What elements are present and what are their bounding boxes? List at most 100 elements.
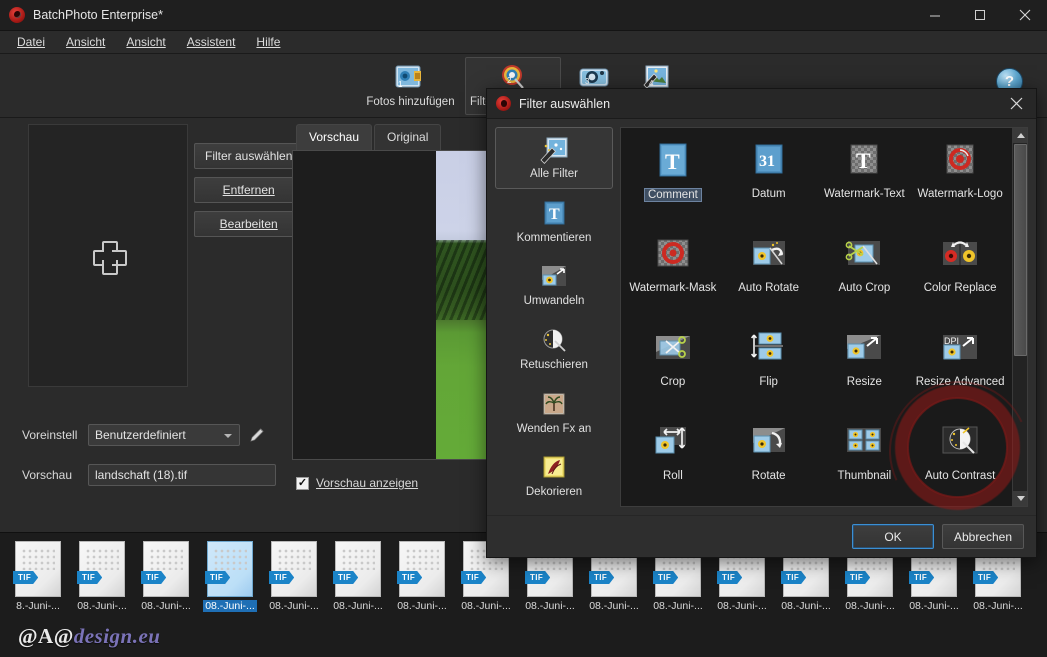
transform-icon	[539, 263, 569, 291]
edit-filter-label: Bearbeiten	[219, 217, 278, 231]
close-button[interactable]	[1002, 0, 1047, 31]
svg-text:3: 3	[585, 77, 590, 86]
scrollbar-thumb[interactable]	[1014, 144, 1027, 356]
category-alle-filter[interactable]: Alle Filter	[495, 127, 613, 189]
tif-file-icon: TIF	[205, 541, 253, 597]
filter-comment[interactable]: T Comment	[625, 136, 721, 230]
list-item[interactable]: TIF 08.-Juni-...	[264, 541, 324, 612]
list-item-label: 08.-Juni-...	[973, 600, 1023, 612]
category-wenden-fx-an[interactable]: Wenden Fx an	[495, 382, 613, 444]
list-item[interactable]: TIF 08.-Juni-...	[72, 541, 132, 612]
filter-grid-scrollbar[interactable]	[1012, 128, 1027, 506]
show-preview-row[interactable]: ✓ Vorschau anzeigen	[296, 476, 418, 490]
tif-badge: TIF	[973, 571, 999, 584]
auto-rotate-icon	[748, 236, 790, 276]
category-kommentieren[interactable]: T Kommentieren	[495, 191, 613, 253]
text-t-icon: T	[539, 200, 569, 228]
filter-rotate[interactable]: Rotate	[721, 418, 817, 506]
svg-text:T: T	[665, 149, 680, 174]
tif-badge: TIF	[397, 571, 423, 584]
filter-thumbnail[interactable]: Thumbnail	[817, 418, 913, 506]
show-preview-checkbox[interactable]: ✓	[296, 476, 309, 490]
menu-item-datei[interactable]: Datei	[8, 32, 54, 52]
filter-resize-advanced[interactable]: DPI Resize Advanced	[912, 324, 1008, 418]
category-wenden-fx-an-label: Wenden Fx an	[516, 422, 592, 435]
add-plus-icon	[93, 240, 127, 275]
filter-datum[interactable]: 31 Datum	[721, 136, 817, 230]
preset-value: Benutzerdefiniert	[95, 428, 186, 442]
tab-original[interactable]: Original	[374, 124, 442, 150]
list-item-label: 08.-Juni-...	[203, 600, 257, 612]
category-dekorieren[interactable]: Dekorieren	[495, 445, 613, 507]
add-photos-button[interactable]: 1 Fotos hinzufügen	[363, 57, 459, 115]
list-item[interactable]: TIF 08.-Juni-...	[392, 541, 452, 612]
pencil-icon[interactable]	[248, 426, 266, 444]
close-icon[interactable]	[996, 89, 1036, 119]
category-umwandeln[interactable]: Umwandeln	[495, 254, 613, 316]
preview-landscape-image	[436, 151, 493, 459]
list-item[interactable]: TIF 08.-Juni-...	[328, 541, 388, 612]
tif-file-icon: TIF	[333, 541, 381, 597]
filter-auto-contrast[interactable]: Auto Contrast	[912, 418, 1008, 506]
filter-auto-rotate[interactable]: Auto Rotate	[721, 230, 817, 324]
filter-color-replace[interactable]: Color Replace	[912, 230, 1008, 324]
filter-auto-crop-label: Auto Crop	[838, 282, 891, 294]
filter-rotate-label: Rotate	[751, 470, 786, 482]
ok-button[interactable]: OK	[852, 524, 934, 549]
list-item[interactable]: TIF 08.-Juni-...	[136, 541, 196, 612]
dialog-body: Alle Filter T Kommentieren Umwandeln Ret…	[487, 119, 1036, 515]
batchphoto-swirl-icon	[496, 96, 511, 111]
filter-auto-crop[interactable]: Auto Crop	[817, 230, 913, 324]
list-item-label: 08.-Juni-...	[589, 600, 639, 612]
tif-badge: TIF	[525, 571, 551, 584]
list-item-label: 08.-Juni-...	[525, 600, 575, 612]
window-title: BatchPhoto Enterprise*	[33, 8, 163, 22]
filter-datum-label: Datum	[751, 188, 786, 200]
filter-resize[interactable]: Resize	[817, 324, 913, 418]
edit-filter-button[interactable]: Bearbeiten	[194, 211, 304, 237]
category-dekorieren-label: Dekorieren	[525, 486, 583, 499]
menu-item-ansicht-2[interactable]: Ansicht	[117, 32, 174, 52]
list-item[interactable]: TIF 8.-Juni-...	[8, 541, 68, 612]
filter-flip[interactable]: Flip	[721, 324, 817, 418]
svg-text:31: 31	[759, 153, 775, 170]
filter-watermark-mask-label: Watermark-Mask	[629, 282, 717, 294]
tab-vorschau[interactable]: Vorschau	[296, 124, 373, 150]
dialog-title: Filter auswählen	[519, 96, 611, 111]
menu-item-ansicht-1[interactable]: Ansicht	[57, 32, 114, 52]
scroll-down-icon[interactable]	[1013, 491, 1027, 506]
list-item-label: 08.-Juni-...	[333, 600, 383, 612]
list-item-label: 08.-Juni-...	[717, 600, 767, 612]
minimize-button[interactable]	[912, 0, 957, 31]
remove-filter-button[interactable]: Entfernen	[194, 177, 304, 203]
list-item-label: 08.-Juni-...	[269, 600, 319, 612]
select-filter-button[interactable]: Filter auswählen	[194, 143, 304, 169]
tif-badge: TIF	[653, 571, 679, 584]
left-panel: Filter auswählen Entfernen Bearbeiten Vo…	[0, 118, 304, 555]
category-alle-filter-label: Alle Filter	[530, 167, 578, 180]
show-preview-label: Vorschau anzeigen	[316, 476, 418, 490]
menu-item-assistent[interactable]: Assistent	[178, 32, 245, 52]
filter-dropzone[interactable]	[28, 124, 188, 387]
menu-item-hilfe[interactable]: Hilfe	[247, 32, 289, 52]
preset-row: Voreinstell Benutzerdefiniert	[22, 424, 266, 446]
dialog-title-bar: Filter auswählen	[487, 89, 1036, 119]
cancel-button[interactable]: Abbrechen	[942, 524, 1024, 549]
filter-crop[interactable]: Crop	[625, 324, 721, 418]
category-retuschieren[interactable]: Retuschieren	[495, 318, 613, 380]
filter-grid-container: T Comment 31 Datum T Watermark-Text Wate…	[620, 127, 1028, 507]
svg-text:T: T	[549, 206, 560, 223]
scroll-up-icon[interactable]	[1013, 128, 1027, 143]
all-filters-icon	[539, 136, 569, 164]
filter-watermark-logo[interactable]: Watermark-Logo	[912, 136, 1008, 230]
filter-watermark-text[interactable]: T Watermark-Text	[817, 136, 913, 230]
preview-filename-input[interactable]: landschaft (18).tif	[88, 464, 276, 486]
maximize-button[interactable]	[957, 0, 1002, 31]
filter-roll[interactable]: Roll	[625, 418, 721, 506]
tif-file-icon: TIF	[397, 541, 445, 597]
preset-select[interactable]: Benutzerdefiniert	[88, 424, 240, 446]
filter-watermark-mask[interactable]: Watermark-Mask	[625, 230, 721, 324]
watermark-mask-icon	[652, 236, 694, 276]
list-item-selected[interactable]: TIF 08.-Juni-...	[200, 541, 260, 612]
tif-badge: TIF	[269, 571, 295, 584]
